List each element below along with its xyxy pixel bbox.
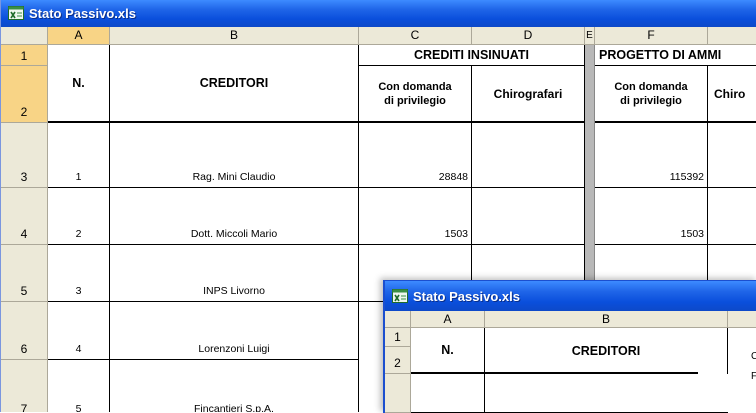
header-con-domanda-f[interactable]: Con domanda di privilegio <box>595 66 708 123</box>
column-header-f[interactable]: F <box>595 27 708 45</box>
select-all-corner[interactable] <box>1 27 48 45</box>
cell-chiro-d-2[interactable] <box>472 188 585 245</box>
cell-creditore-1[interactable]: Rag. Mini Claudio <box>110 123 359 188</box>
header-con-domanda-f-line1: Con domanda <box>614 80 688 93</box>
cell-n-3[interactable]: 3 <box>48 245 110 302</box>
row-header-5[interactable]: 5 <box>1 245 48 302</box>
cell-g-1[interactable] <box>708 123 756 188</box>
second-partial-text-c: C <box>751 351 756 362</box>
header-con-domanda-c-line2: di privilegio <box>384 94 446 107</box>
column-header-b[interactable]: B <box>110 27 359 45</box>
header-progetto[interactable]: PROGETTO DI AMMI <box>595 45 756 66</box>
cell-creditore-2[interactable]: Dott. Miccoli Mario <box>110 188 359 245</box>
header-con-domanda-c-line1: Con domanda <box>378 80 452 93</box>
row-header-2[interactable]: 2 <box>1 66 48 123</box>
second-cell-creditore-1[interactable] <box>485 374 728 413</box>
header-chirografari-d[interactable]: Chirografari <box>472 66 585 123</box>
cell-g-2[interactable] <box>708 188 756 245</box>
second-window-title: Stato Passivo.xls <box>413 289 520 304</box>
second-cell-n-1[interactable] <box>411 374 485 413</box>
header-con-domanda-f-line2: di privilegio <box>620 94 682 107</box>
second-select-all-corner[interactable] <box>385 311 411 328</box>
second-header-cell-n[interactable]: N. <box>411 328 485 374</box>
cell-credito-c-2[interactable]: 1503 <box>359 188 472 245</box>
cell-progetto-f-2[interactable]: 1503 <box>595 188 708 245</box>
column-header-a[interactable]: A <box>48 27 110 45</box>
row-header-7[interactable]: 7 <box>1 360 48 412</box>
column-header-d[interactable]: D <box>472 27 585 45</box>
cell-progetto-f-1[interactable]: 115392 <box>595 123 708 188</box>
second-spreadsheet-window[interactable]: Stato Passivo.xls A B 1 2 N. CREDITORI C… <box>383 280 756 413</box>
second-window-titlebar[interactable]: Stato Passivo.xls <box>385 281 756 311</box>
cell-n-5[interactable]: 5 <box>48 360 110 412</box>
main-window-titlebar[interactable]: Stato Passivo.xls <box>1 0 756 27</box>
second-header-cell-creditori[interactable]: CREDITORI <box>485 328 728 374</box>
cell-credito-c-1[interactable]: 28848 <box>359 123 472 188</box>
cell-n-2[interactable]: 2 <box>48 188 110 245</box>
cell-n-4[interactable]: 4 <box>48 302 110 360</box>
header-crediti-insinuati[interactable]: CREDITI INSINUATI <box>359 45 585 66</box>
cell-creditore-4[interactable]: Lorenzoni Luigi <box>110 302 359 360</box>
second-row-header-3[interactable] <box>385 374 411 413</box>
header-cell-n[interactable]: N. <box>48 45 110 123</box>
second-column-header-b[interactable]: B <box>485 311 728 328</box>
second-column-header-a[interactable]: A <box>411 311 485 328</box>
second-row-header-2[interactable]: 2 <box>385 347 411 374</box>
row-header-3[interactable]: 3 <box>1 123 48 188</box>
cell-creditore-5[interactable]: Fincantieri S.p.A. <box>110 360 359 412</box>
header-con-domanda-c[interactable]: Con domanda di privilegio <box>359 66 472 123</box>
cell-chiro-d-1[interactable] <box>472 123 585 188</box>
row-header-4[interactable]: 4 <box>1 188 48 245</box>
main-window-title: Stato Passivo.xls <box>29 6 136 21</box>
excel-document-icon <box>392 289 408 303</box>
column-header-c[interactable]: C <box>359 27 472 45</box>
header-cell-creditori[interactable]: CREDITORI <box>110 45 359 123</box>
row-header-1[interactable]: 1 <box>1 45 48 66</box>
excel-document-icon <box>8 6 24 20</box>
column-header-g-partial[interactable] <box>708 27 756 45</box>
row-header-6[interactable]: 6 <box>1 302 48 360</box>
second-partial-text-f: F <box>751 371 756 382</box>
second-column-header-c-partial[interactable] <box>728 311 756 328</box>
cell-n-1[interactable]: 1 <box>48 123 110 188</box>
header-chirografari-g-partial[interactable]: Chiro <box>708 66 756 123</box>
cell-creditore-3[interactable]: INPS Livorno <box>110 245 359 302</box>
column-header-e[interactable]: E <box>585 27 595 45</box>
second-row-header-1[interactable]: 1 <box>385 328 411 347</box>
